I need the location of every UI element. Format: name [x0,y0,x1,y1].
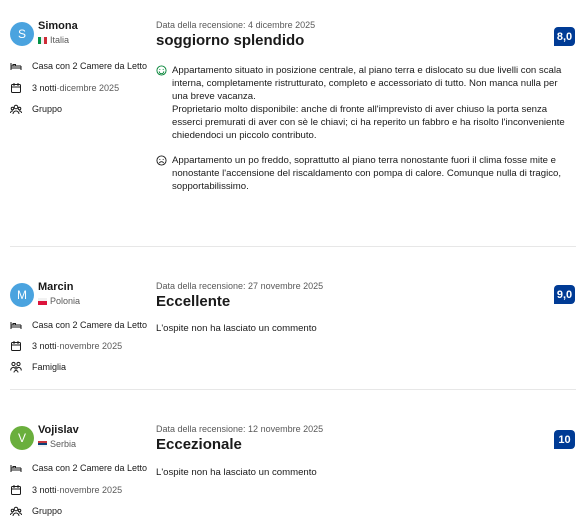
flag-italy-icon [38,36,47,44]
bed-icon [10,465,22,472]
no-comment-text: L'ospite non ha lasciato un commento [156,467,317,478]
family-icon [10,361,22,373]
reviewer-name: Vojislav [38,424,79,436]
room-type-label: Casa con 2 Camere da Letto [32,61,148,71]
flag-poland-icon [38,297,47,305]
traveler-type-label: Gruppo [32,104,63,114]
review-date: Data della recensione: 27 novembre 2025 [156,281,324,291]
stay-month: novembre 2025 [59,485,123,495]
pros-text-2: Proprietario molto disponibile: anche di… [172,104,565,141]
nights-label: 3 notti [32,341,57,351]
traveler-type: Famiglia [10,361,66,373]
country-label: Serbia [50,439,77,449]
smiley-sad-icon [156,155,167,166]
review-date: Data della recensione: 12 novembre 2025 [156,424,324,434]
traveler-type-label: Gruppo [32,506,63,516]
review-title: Eccellente [156,293,231,310]
stay-month: dicembre 2025 [59,83,120,93]
country-label: Italia [50,35,70,45]
room-type: Casa con 2 Camere da Letto [10,462,147,474]
room-type-label: Casa con 2 Camere da Letto [32,320,148,330]
room-type-label: Casa con 2 Camere da Letto [32,463,148,473]
reviewer-country: Polonia [38,296,80,306]
traveler-type-label: Famiglia [32,362,67,372]
review-card: V Vojislav Serbia Casa con 2 Camere da L… [0,424,588,524]
review-title: Eccezionale [156,436,242,453]
divider [10,246,576,247]
group-icon [10,104,22,115]
stay-month: novembre 2025 [59,341,123,351]
no-comment-text: L'ospite non ha lasciato un commento [156,323,317,334]
review-date: Data della recensione: 4 dicembre 2025 [156,20,316,30]
review-title: soggiorno splendido [156,32,305,49]
review-pros: Appartamento situato in posizione centra… [156,64,576,142]
group-icon [10,506,22,517]
reviewer-name: Simona [38,20,78,32]
score-badge: 9,0 [554,285,575,304]
review-card: S Simona Italia Casa con 2 Camere da Let… [0,20,588,220]
traveler-type: Gruppo [10,103,62,115]
pros-text: Appartamento situato in posizione centra… [172,65,562,102]
stay-length: 3 notti · novembre 2025 [10,340,122,352]
score-badge: 10 [554,430,575,449]
smiley-happy-icon [156,65,167,76]
score-badge: 8,0 [554,27,575,46]
calendar-icon [11,83,21,93]
avatar: V [10,426,34,450]
review-cons: Appartamento un po freddo, soprattutto a… [156,154,576,193]
nights-label: 3 notti [32,485,57,495]
avatar: S [10,22,34,46]
traveler-type: Gruppo [10,505,62,517]
reviewer-country: Italia [38,35,69,45]
review-card: M Marcin Polonia Casa con 2 Camere da Le… [0,281,588,381]
room-type: Casa con 2 Camere da Letto [10,60,147,72]
bed-icon [10,63,22,70]
calendar-icon [11,485,21,495]
nights-label: 3 notti [32,83,57,93]
stay-length: 3 notti · dicembre 2025 [10,82,119,94]
bed-icon [10,322,22,329]
calendar-icon [11,341,21,351]
divider [10,389,576,390]
stay-length: 3 notti · novembre 2025 [10,484,122,496]
reviewer-country: Serbia [38,439,76,449]
cons-text: Appartamento un po freddo, soprattutto a… [172,155,562,192]
reviewer-name: Marcin [38,281,74,293]
room-type: Casa con 2 Camere da Letto [10,319,147,331]
avatar: M [10,283,34,307]
country-label: Polonia [50,296,81,306]
flag-serbia-icon [38,440,47,448]
